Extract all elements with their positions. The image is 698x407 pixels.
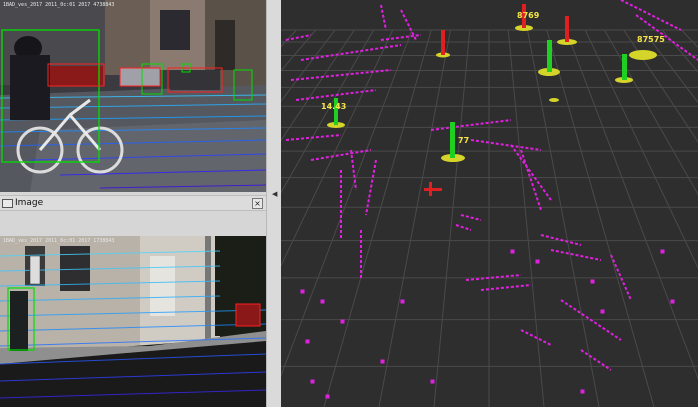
3d-view[interactable]: 14.43 77 8769 87575 — [281, 0, 698, 407]
image-panel-icon — [2, 199, 13, 208]
image-panel-title: Image — [15, 198, 44, 208]
camera-view-bottom: 1BAD_ves_2017 2011_0c:01 2017 1738843 — [0, 236, 266, 407]
collapse-arrow-icon[interactable]: ◀ — [272, 190, 277, 198]
camera-image-bottom: 1BAD_ves_2017 2011_0c:01 2017 1738843 — [0, 236, 266, 407]
camera-view-top: 1BAD_ves_2017 2011_0c:01 2017 4738843 — [0, 0, 266, 192]
obstacle-label-right: 87575 — [637, 35, 665, 44]
image-panel-titlebar: Image × — [0, 195, 266, 211]
camera-top-caption: 1BAD_ves_2017 2011_0c:01 2017 4738843 — [3, 2, 114, 8]
obstacle-label-center: 77 — [458, 136, 469, 145]
camera-image-top: 1BAD_ves_2017 2011_0c:01 2017 4738843 — [0, 0, 266, 192]
3d-scene: 14.43 77 8769 87575 — [281, 0, 698, 407]
pane-splitter[interactable]: ◀ — [266, 0, 282, 407]
left-pane: 1BAD_ves_2017 2011_0c:01 2017 4738843 Im… — [0, 0, 266, 407]
camera-bottom-caption: 1BAD_ves_2017 2011_0c:01 2017 1738843 — [3, 238, 114, 244]
obstacle-label-top: 8769 — [517, 11, 540, 20]
close-icon[interactable]: × — [252, 198, 263, 209]
obstacle-label-left: 14.43 — [321, 102, 346, 111]
